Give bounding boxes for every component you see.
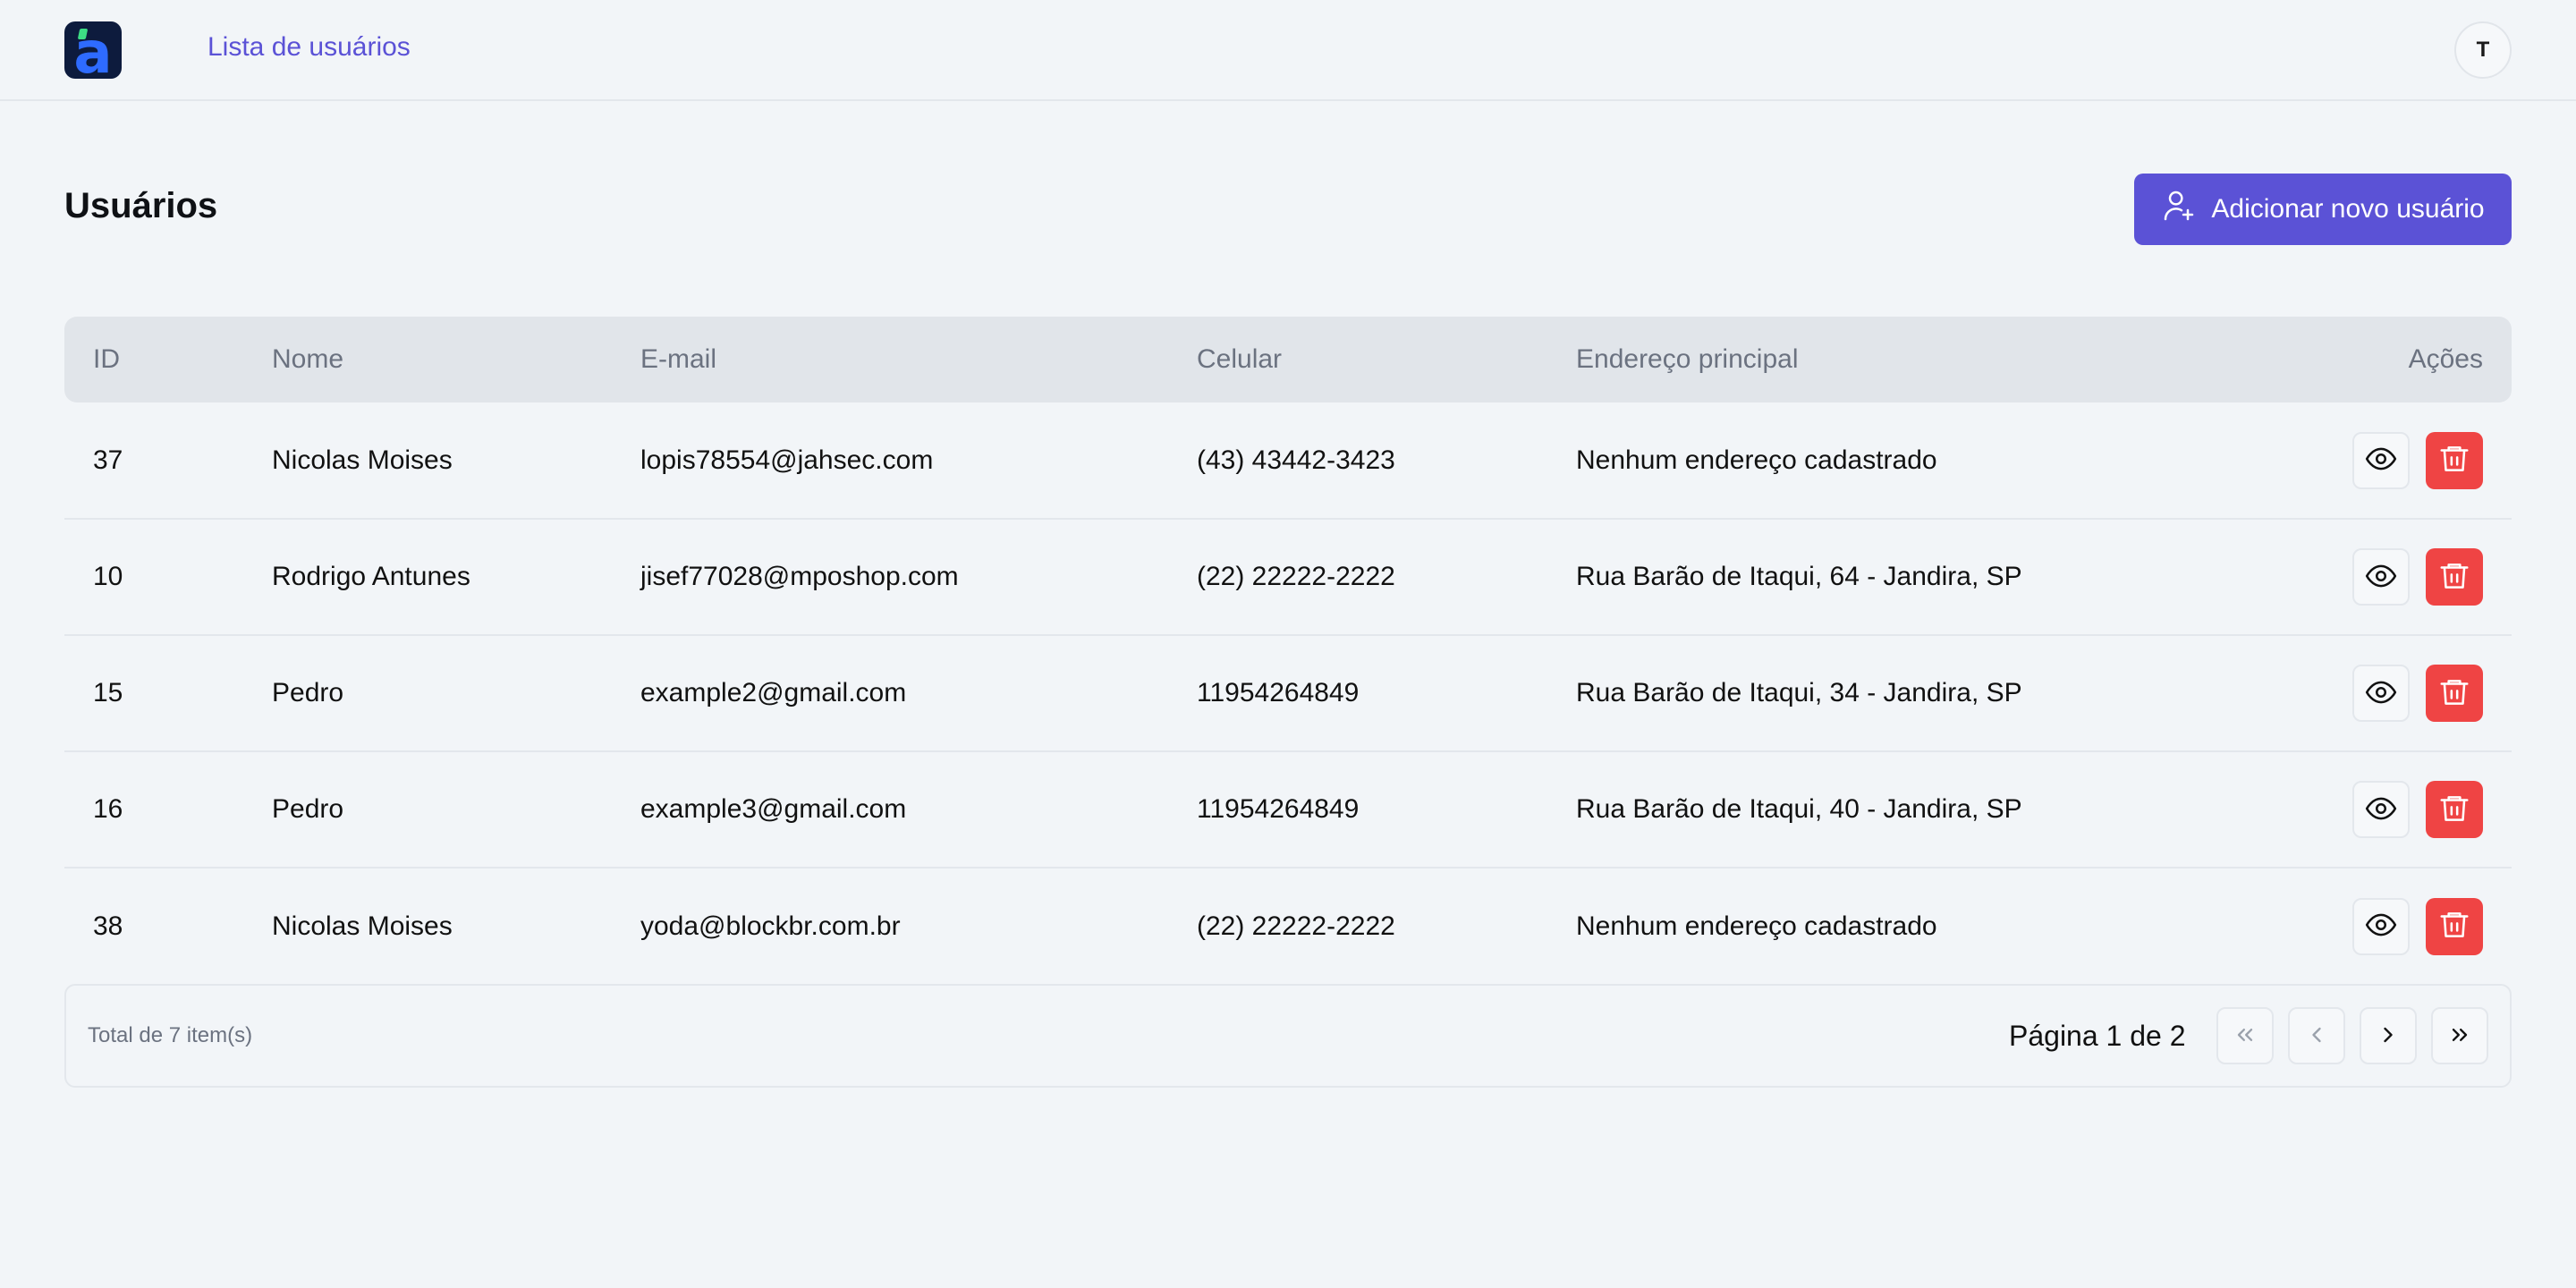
row-actions [2292,548,2483,606]
eye-icon [2364,792,2398,828]
eye-icon [2364,559,2398,596]
chevrons-right-icon [2447,1022,2472,1050]
table-row: 15 Pedro example2@gmail.com 11954264849 Rua … [64,635,2512,751]
page-title: Usuários [64,186,218,225]
trash-icon [2437,675,2471,712]
cell-actions [2292,751,2512,868]
cell-name: Nicolas Moises [272,445,453,475]
previous-page-button[interactable] [2288,1007,2345,1064]
cell-address: Nenhum endereço cadastrado [1576,445,1937,475]
view-user-button[interactable] [2352,665,2410,722]
row-actions [2292,781,2483,838]
chevrons-left-icon [2233,1022,2258,1050]
table-footer: Total de 7 item(s) Página 1 de 2 [64,984,2512,1088]
trash-icon [2437,442,2471,479]
cell-email: lopis78554@jahsec.com [640,445,934,475]
cell-phone: (43) 43442-3423 [1197,445,1395,475]
cell-email: example2@gmail.com [640,678,907,708]
trash-icon [2437,908,2471,945]
logo-letter: a [73,21,113,79]
app-logo[interactable]: a [64,21,122,79]
cell-phone: 11954264849 [1197,678,1360,708]
cell-email: example3@gmail.com [640,794,907,824]
cell-actions [2292,402,2512,519]
cell-email: yoda@blockbr.com.br [640,911,901,941]
eye-icon [2364,675,2398,712]
top-bar: a Lista de usuários T [0,0,2576,101]
cell-address: Rua Barão de Itaqui, 40 - Jandira, SP [1576,794,2022,824]
table-row: 38 Nicolas Moises yoda@blockbr.com.br (22) … [64,868,2512,984]
cell-name: Pedro [272,794,344,824]
view-user-button[interactable] [2352,897,2410,955]
delete-user-button[interactable] [2426,781,2483,838]
table-row: 37 Nicolas Moises lopis78554@jahsec.com (43… [64,402,2512,519]
table-row: 10 Rodrigo Antunes jisef77028@mposhop.com (… [64,519,2512,635]
column-header-address: Endereço principal [1576,344,1799,374]
delete-user-button[interactable] [2426,548,2483,606]
total-items-text: Total de 7 item(s) [88,1023,253,1047]
cell-name: Pedro [272,678,344,708]
column-header-name: Nome [272,344,344,374]
nav-link-user-list[interactable]: Lista de usuários [208,32,411,63]
column-header-email: E-mail [640,344,717,374]
view-user-button[interactable] [2352,431,2410,489]
cell-id: 15 [93,678,123,708]
trash-icon [2437,559,2471,596]
add-user-button[interactable]: Adicionar novo usuário [2134,174,2512,245]
row-actions [2292,897,2483,955]
delete-user-button[interactable] [2426,665,2483,722]
eye-icon [2364,442,2398,479]
chevron-right-icon [2376,1022,2401,1050]
view-user-button[interactable] [2352,781,2410,838]
cell-address: Rua Barão de Itaqui, 34 - Jandira, SP [1576,678,2022,708]
row-actions [2292,431,2483,489]
column-header-id: ID [93,344,120,374]
cell-address: Rua Barão de Itaqui, 64 - Jandira, SP [1576,562,2022,591]
row-actions [2292,665,2483,722]
trash-icon [2437,792,2471,828]
view-user-button[interactable] [2352,548,2410,606]
page-indicator: Página 1 de 2 [2009,1020,2186,1052]
cell-actions [2292,635,2512,751]
eye-icon [2364,908,2398,945]
chevron-left-icon [2304,1022,2329,1050]
table-row: 16 Pedro example3@gmail.com 11954264849 Rua … [64,751,2512,868]
user-plus-icon [2161,188,2197,231]
column-header-actions: Ações [2408,344,2483,374]
cell-name: Rodrigo Antunes [272,562,470,591]
table-header-row: ID Nome E-mail Celular Endereço principa… [64,317,2512,402]
delete-user-button[interactable] [2426,431,2483,489]
cell-actions [2292,868,2512,984]
cell-id: 38 [93,911,123,941]
avatar[interactable]: T [2454,21,2512,79]
add-user-button-label: Adicionar novo usuário [2211,194,2485,224]
delete-user-button[interactable] [2426,897,2483,955]
cell-phone: (22) 22222-2222 [1197,911,1395,941]
cell-id: 10 [93,562,123,591]
last-page-button[interactable] [2431,1007,2488,1064]
cell-address: Nenhum endereço cadastrado [1576,911,1937,941]
cell-actions [2292,519,2512,635]
users-table: ID Nome E-mail Celular Endereço principa… [64,317,2512,984]
next-page-button[interactable] [2360,1007,2417,1064]
column-header-phone: Celular [1197,344,1283,374]
cell-id: 37 [93,445,123,475]
first-page-button[interactable] [2216,1007,2274,1064]
cell-phone: (22) 22222-2222 [1197,562,1395,591]
users-table-container: ID Nome E-mail Celular Endereço principa… [64,317,2512,984]
cell-id: 16 [93,794,123,824]
cell-phone: 11954264849 [1197,794,1360,824]
cell-email: jisef77028@mposhop.com [640,562,959,591]
cell-name: Nicolas Moises [272,911,453,941]
